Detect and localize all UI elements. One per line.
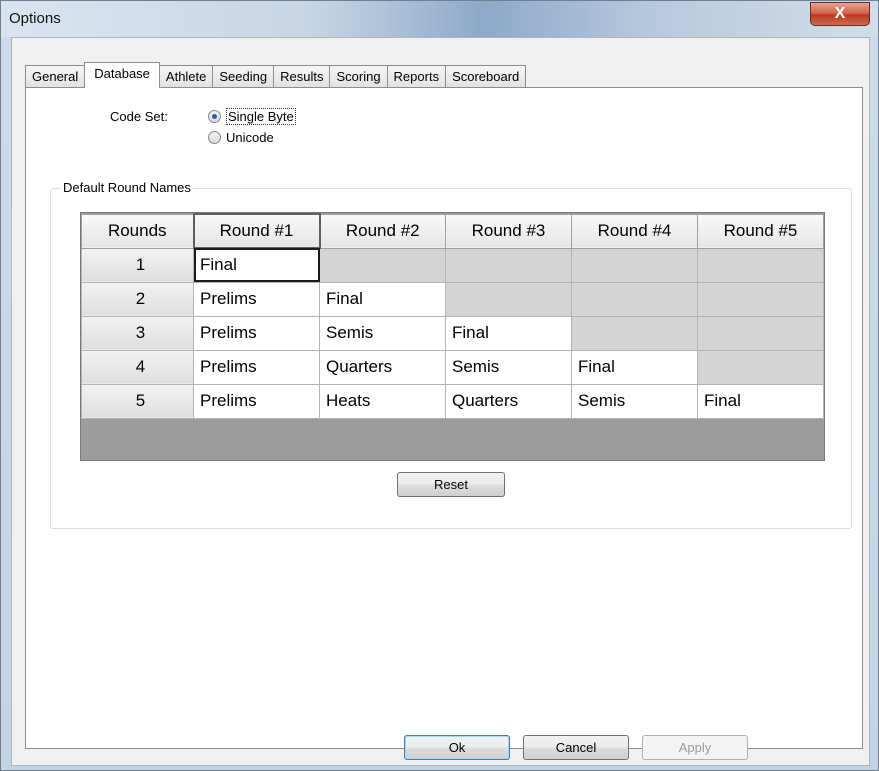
grid-cell[interactable]: Prelims <box>193 349 320 385</box>
grid-cell-disabled <box>445 281 572 317</box>
tab-scoreboard[interactable]: Scoreboard <box>445 65 527 88</box>
grid-cell[interactable]: Final <box>445 315 572 351</box>
grid-cell[interactable]: Semis <box>445 349 572 385</box>
apply-button: Apply <box>642 735 748 760</box>
unicode-label[interactable]: Unicode <box>226 130 274 145</box>
reset-button[interactable]: Reset <box>397 472 505 497</box>
tab-scoring[interactable]: Scoring <box>329 65 388 88</box>
window-title: Options <box>9 10 61 27</box>
grid-cell-disabled <box>571 247 698 283</box>
close-icon: X <box>834 5 846 22</box>
grid-cell-disabled <box>697 247 824 283</box>
grid-cell[interactable]: Heats <box>319 383 446 419</box>
column-header[interactable]: Round #5 <box>697 213 824 249</box>
round-names-table: Rounds Round #1 Round #2 Round #3 Round … <box>81 213 824 419</box>
database-tab-panel: Code Set: Single Byte Unicode Default Ro… <box>25 87 863 749</box>
column-header[interactable]: Round #3 <box>445 213 572 249</box>
grid-cell-disabled <box>319 247 446 283</box>
table-row: 2 Prelims Final <box>81 281 824 317</box>
row-header: 4 <box>81 349 194 385</box>
grid-cell-disabled <box>571 315 698 351</box>
grid-cell[interactable]: Prelims <box>193 315 320 351</box>
grid-cell-disabled <box>445 247 572 283</box>
grid-cell-disabled <box>571 281 698 317</box>
grid-cell-disabled <box>697 315 824 351</box>
single-byte-option[interactable]: Single Byte <box>208 108 296 125</box>
grid-cell[interactable]: Final <box>697 383 824 419</box>
table-row: 5 Prelims Heats Quarters Semis Final <box>81 383 824 419</box>
tab-database[interactable]: Database <box>84 62 160 88</box>
grid-cell[interactable]: Prelims <box>193 383 320 419</box>
grid-cell[interactable]: Quarters <box>445 383 572 419</box>
grid-cell[interactable]: Final <box>193 247 320 283</box>
radio-checked-icon[interactable] <box>208 110 221 123</box>
tab-athlete[interactable]: Athlete <box>158 65 214 88</box>
tab-results[interactable]: Results <box>273 65 331 88</box>
single-byte-label[interactable]: Single Byte <box>226 108 296 125</box>
column-header: Rounds <box>81 213 194 249</box>
tab-reports[interactable]: Reports <box>386 65 447 88</box>
title-bar[interactable]: Options X <box>1 1 878 37</box>
column-header[interactable]: Round #1 <box>192 213 321 249</box>
grid-cell-disabled <box>697 349 824 385</box>
code-set-label: Code Set: <box>110 109 168 124</box>
grid-header-row: Rounds Round #1 Round #2 Round #3 Round … <box>81 213 824 249</box>
tab-strip: General Database Athlete Seeding Results… <box>25 62 527 88</box>
row-header: 2 <box>81 281 194 317</box>
grid-cell[interactable]: Final <box>571 349 698 385</box>
grid-cell-disabled <box>697 281 824 317</box>
cancel-button[interactable]: Cancel <box>523 735 629 760</box>
tab-general[interactable]: General <box>25 65 86 88</box>
table-row: 3 Prelims Semis Final <box>81 315 824 351</box>
grid-cell[interactable]: Final <box>319 281 446 317</box>
dialog-body: General Database Athlete Seeding Results… <box>11 37 870 766</box>
unicode-option[interactable]: Unicode <box>208 130 274 145</box>
grid-cell[interactable]: Quarters <box>319 349 446 385</box>
grid-cell[interactable]: Semis <box>319 315 446 351</box>
close-button[interactable]: X <box>810 2 870 26</box>
column-header[interactable]: Round #4 <box>571 213 698 249</box>
row-header: 5 <box>81 383 194 419</box>
row-header: 3 <box>81 315 194 351</box>
ok-button[interactable]: Ok <box>404 735 510 760</box>
table-row: 4 Prelims Quarters Semis Final <box>81 349 824 385</box>
round-names-grid[interactable]: Rounds Round #1 Round #2 Round #3 Round … <box>80 212 825 461</box>
radio-unchecked-icon[interactable] <box>208 131 221 144</box>
default-round-names-group: Default Round Names Rounds Round #1 Roun… <box>50 180 852 529</box>
grid-cell[interactable]: Prelims <box>193 281 320 317</box>
options-window: Options X General Database Athlete Seedi… <box>0 0 879 771</box>
tab-seeding[interactable]: Seeding <box>212 65 275 88</box>
grid-cell[interactable]: Semis <box>571 383 698 419</box>
group-title: Default Round Names <box>61 180 193 195</box>
column-header[interactable]: Round #2 <box>319 213 446 249</box>
row-header: 1 <box>81 247 194 283</box>
table-row: 1 Final <box>81 247 824 283</box>
